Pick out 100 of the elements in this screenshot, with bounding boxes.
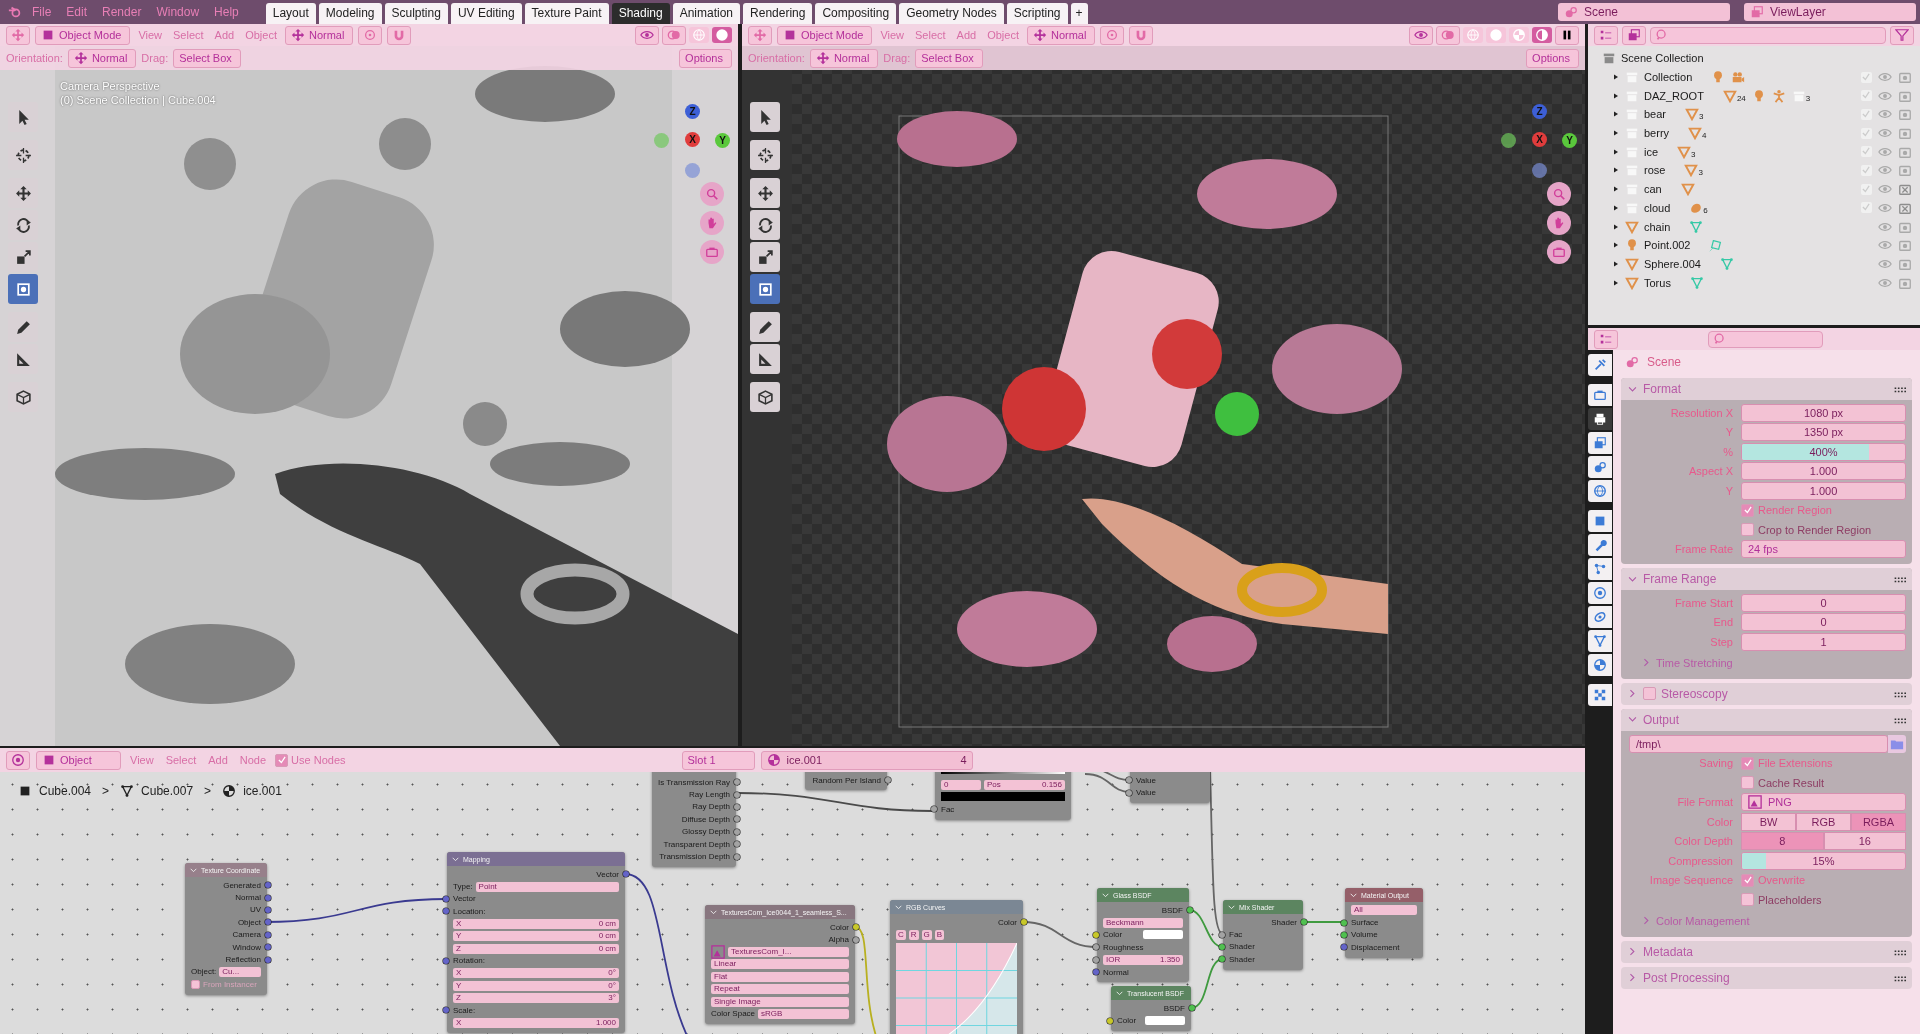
number-field[interactable]: 1.000 [1741, 481, 1906, 500]
workspace-tab[interactable]: Shading [611, 3, 670, 24]
checkbox[interactable]: Placeholders [1741, 893, 1822, 907]
toggle-button[interactable]: RGBA [1851, 812, 1906, 831]
drag-dropdown[interactable]: Select Box [173, 48, 241, 68]
number-field[interactable]: Y 0 cm [453, 931, 619, 942]
toggle-button[interactable]: 16 [1823, 832, 1906, 851]
field-label: Object: [191, 967, 217, 977]
node-dropdown[interactable]: Linear [711, 959, 849, 970]
breadcrumb-item[interactable]: ice.001 [243, 784, 282, 798]
node-dropdown[interactable]: All [1351, 905, 1417, 916]
material-field[interactable]: ice.001 4 [760, 750, 973, 770]
options-dropdown[interactable]: Options [1526, 48, 1579, 68]
outliner-item[interactable]: rose [1644, 164, 1666, 177]
mode-dropdown[interactable]: Object Mode [777, 25, 873, 45]
number-field[interactable]: 0 [1741, 613, 1906, 632]
outliner-item[interactable]: can [1644, 183, 1662, 196]
channel-button[interactable]: B [934, 929, 945, 940]
field-label: End [1713, 616, 1733, 629]
number-field[interactable]: 0 [1741, 593, 1906, 612]
toggle-button[interactable]: BW [1741, 812, 1796, 831]
scene-selector[interactable]: Scene [1558, 3, 1730, 21]
socket-label: Diffuse Depth [681, 814, 730, 824]
dropdown[interactable]: 24 fps [1741, 540, 1906, 559]
workspace-tab[interactable]: Geometry Nodes [899, 3, 1004, 24]
outliner-item[interactable]: Collection [1644, 71, 1693, 84]
workspace-tab[interactable]: Modeling [318, 3, 382, 24]
number-field[interactable]: 1 [1741, 632, 1906, 651]
count-label: 3 [1805, 93, 1811, 103]
view-layer-name[interactable]: ViewLayer [1770, 5, 1826, 19]
node-dropdown[interactable]: Single Image [711, 996, 849, 1007]
number-field[interactable]: IOR 1.350 [1103, 954, 1183, 965]
workspace-tab[interactable]: Animation [672, 3, 741, 24]
socket-label: Transmission Depth [659, 852, 730, 862]
orientation-dropdown[interactable]: Normal [1027, 25, 1096, 45]
workspace-tab[interactable]: Compositing [815, 3, 897, 24]
drag-dropdown[interactable]: Select Box [915, 48, 983, 68]
toggle-button[interactable]: 8 [1741, 832, 1824, 851]
number-field[interactable]: 1.000 [1741, 462, 1906, 481]
image-field[interactable]: TexturesCom_I... [728, 946, 849, 957]
channel-button[interactable]: R [908, 929, 919, 940]
outliner-item[interactable]: Sphere.004 [1644, 257, 1701, 270]
checkbox[interactable]: Crop to Render Region [1741, 523, 1872, 537]
number-field[interactable]: X 0° [453, 968, 619, 979]
socket-label: Color [829, 922, 849, 932]
checkbox[interactable]: Cache Result [1741, 776, 1825, 790]
position-field[interactable]: Pos 0.156 [984, 779, 1065, 790]
orientation-dropdown[interactable]: Normal [285, 25, 354, 45]
node-dropdown[interactable]: Repeat [711, 984, 849, 995]
view-layer-selector[interactable]: ViewLayer [1744, 3, 1916, 21]
mode-dropdown[interactable]: Object Mode [35, 25, 131, 45]
outliner-item[interactable]: chain [1644, 220, 1671, 233]
add-workspace-button[interactable]: + [1070, 3, 1088, 24]
field-label: File Format [1677, 796, 1733, 809]
number-field[interactable]: X 1.000 [453, 1017, 619, 1028]
number-field[interactable]: Y 0° [453, 980, 619, 991]
number-field[interactable]: 1080 px [1741, 403, 1906, 422]
socket-label: Camera [232, 930, 261, 940]
toggle-button[interactable]: RGB [1796, 812, 1851, 831]
workspace-tab[interactable]: UV Editing [450, 3, 522, 24]
workspace-tab[interactable]: Texture Paint [524, 3, 609, 24]
channel-button[interactable]: G [921, 929, 932, 940]
workspace-tab[interactable]: Rendering [743, 3, 813, 24]
file-format-dropdown[interactable]: PNG [1741, 793, 1906, 812]
slider-field[interactable]: 15% [1741, 851, 1906, 870]
outliner-item[interactable]: ice [1644, 145, 1659, 158]
number-field[interactable]: X 0 cm [453, 918, 619, 929]
channel-button[interactable]: C [896, 929, 906, 940]
node-dropdown[interactable]: Flat [711, 971, 849, 982]
number-field[interactable]: Z 3° [453, 993, 619, 1004]
breadcrumb-separator: > [102, 784, 110, 798]
slider-field[interactable]: 400% [1741, 442, 1906, 461]
outliner-item[interactable]: DAZ_ROOT [1644, 89, 1704, 102]
options-dropdown[interactable]: Options [679, 48, 732, 68]
object-field[interactable]: Cu... [219, 966, 261, 977]
orientation-dropdown[interactable]: Normal [809, 48, 879, 68]
outliner-item[interactable]: cloud [1644, 201, 1671, 214]
breadcrumb-item[interactable]: Cube.007 [141, 784, 194, 798]
number-field[interactable]: Z 0 cm [453, 943, 619, 954]
outliner-item[interactable]: Point.002 [1644, 239, 1691, 252]
outliner-item[interactable]: berry [1644, 127, 1670, 140]
scene-name[interactable]: Scene [1584, 5, 1619, 19]
node-dropdown[interactable]: Point [475, 881, 619, 892]
workspace-tab[interactable]: Layout [265, 3, 316, 24]
breadcrumb-item[interactable]: Cube.004 [39, 784, 92, 798]
slot-dropdown[interactable]: Slot 1 [681, 750, 755, 770]
stop-index-field[interactable]: 0 [941, 779, 981, 790]
shader-type-dropdown[interactable]: Object [36, 750, 121, 770]
socket-label: Is Transmission Ray [657, 777, 730, 787]
workspace-tab[interactable]: Sculpting [384, 3, 448, 24]
orientation-dropdown[interactable]: Normal [67, 48, 137, 68]
outliner-item[interactable]: Torus [1644, 276, 1671, 289]
workspace-tab[interactable]: Scripting [1006, 3, 1068, 24]
outliner-item[interactable]: bear [1644, 108, 1667, 121]
socket-label: Normal [1103, 967, 1129, 977]
collection-name[interactable]: Scene Collection [1621, 52, 1704, 65]
path-field[interactable]: /tmp\ [1629, 734, 1888, 753]
node-dropdown[interactable]: Beckmann [1103, 917, 1183, 928]
node-dropdown[interactable]: sRGB [758, 1008, 849, 1019]
number-field[interactable]: 1350 px [1741, 423, 1906, 442]
